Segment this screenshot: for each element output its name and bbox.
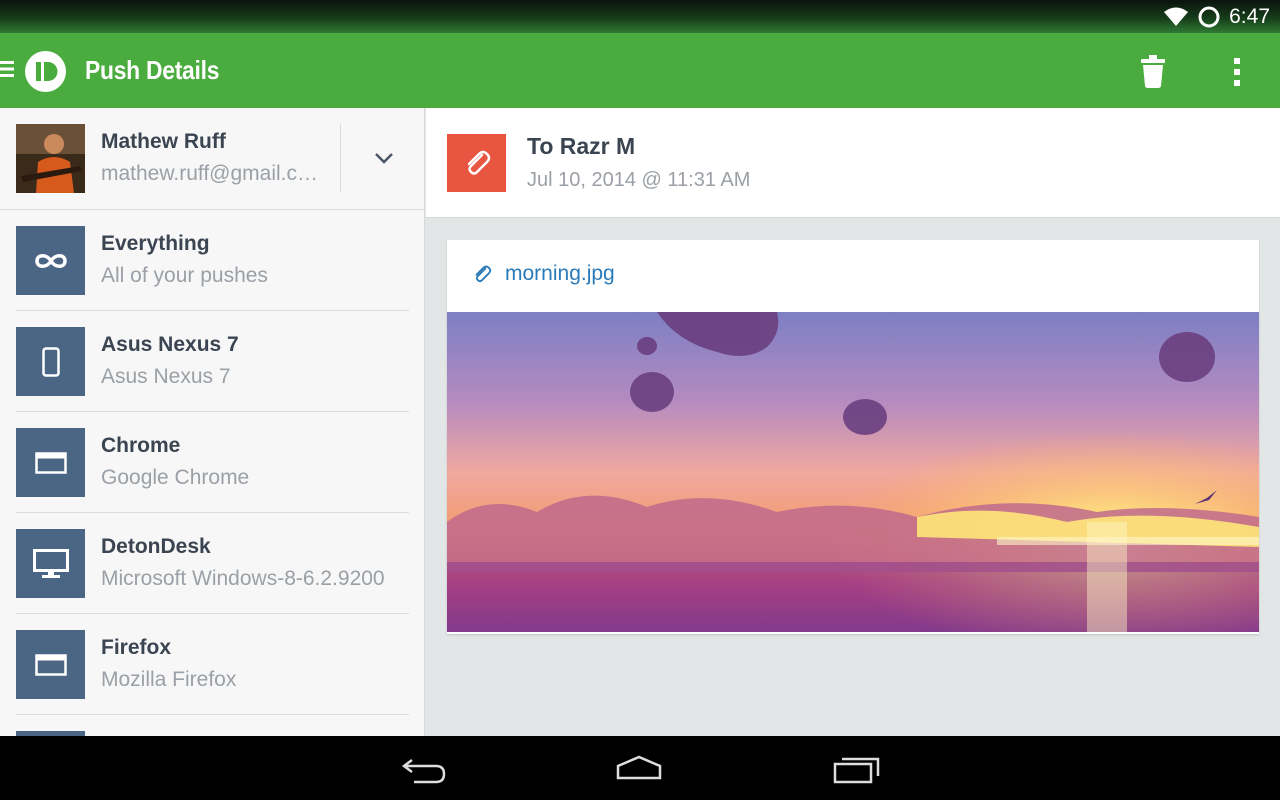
device-subtitle: Google Chrome — [101, 466, 250, 489]
device-icon-box — [16, 226, 85, 295]
trash-icon[interactable] — [1138, 53, 1168, 91]
push-header: To Razr M Jul 10, 2014 @ 11:31 AM — [426, 108, 1280, 218]
hamburger-icon[interactable] — [0, 59, 14, 79]
account-header[interactable]: Mathew Ruff mathew.ruff@gmail.com — [0, 108, 424, 210]
recents-icon[interactable] — [832, 752, 882, 786]
device-name: Everything — [101, 232, 210, 255]
phone-icon — [41, 346, 60, 377]
device-item-everything[interactable]: Everything All of your pushes — [16, 210, 409, 311]
device-item-chrome[interactable]: Chrome Google Chrome — [16, 412, 409, 513]
browser-window-icon — [34, 653, 67, 676]
home-icon[interactable] — [614, 752, 664, 786]
device-icon-box — [16, 327, 85, 396]
avatar — [16, 124, 85, 193]
device-icon-box — [16, 529, 85, 598]
device-icon-box — [16, 428, 85, 497]
pushbullet-logo-mark — [36, 62, 58, 81]
status-icons: 6:47 — [1163, 4, 1270, 30]
pushbullet-logo[interactable] — [25, 51, 66, 92]
infinity-icon — [34, 253, 67, 268]
overflow-menu-icon[interactable] — [1226, 53, 1248, 91]
status-bar: 6:47 — [0, 0, 1280, 33]
wifi-icon — [1164, 7, 1189, 26]
device-subtitle: Microsoft Windows-8-6.2.9200 — [101, 567, 385, 590]
device-name: DetonDesk — [101, 535, 211, 558]
device-subtitle: All of your pushes — [101, 264, 268, 287]
sunset-image — [447, 312, 1259, 632]
desktop-monitor-icon — [32, 548, 69, 578]
device-subtitle: Mozilla Firefox — [101, 668, 237, 691]
device-name: Asus Nexus 7 — [101, 333, 239, 356]
page-title: Push Details — [85, 55, 220, 85]
paperclip-icon — [475, 265, 492, 283]
device-name: Firefox — [101, 636, 172, 659]
status-time: 6:47 — [1229, 5, 1270, 28]
push-type-badge — [447, 134, 506, 192]
file-link[interactable]: morning.jpg — [471, 262, 615, 286]
account-name: Mathew Ruff — [101, 130, 226, 153]
file-name: morning.jpg — [505, 262, 615, 285]
back-icon[interactable] — [400, 752, 448, 786]
sync-ring-icon — [1198, 6, 1220, 28]
avatar-photo — [16, 124, 85, 193]
device-item-detondesk[interactable]: DetonDesk Microsoft Windows-8-6.2.9200 — [16, 513, 409, 614]
device-item-firefox[interactable]: Firefox Mozilla Firefox — [16, 614, 409, 715]
system-nav-bar — [0, 736, 1280, 800]
browser-window-icon — [34, 451, 67, 474]
divider — [340, 124, 341, 192]
device-item-partial[interactable] — [16, 715, 424, 736]
file-card: morning.jpg — [447, 240, 1259, 634]
account-email: mathew.ruff@gmail.com — [101, 162, 323, 185]
device-sidebar: Mathew Ruff mathew.ruff@gmail.com Everyt… — [0, 108, 425, 736]
device-subtitle: Asus Nexus 7 — [101, 365, 231, 388]
action-bar: Push Details — [0, 33, 1280, 108]
attached-image[interactable] — [447, 312, 1259, 632]
device-name: Chrome — [101, 434, 181, 457]
device-icon-box — [16, 630, 85, 699]
push-title: To Razr M — [527, 133, 636, 159]
device-item-asus-nexus-7[interactable]: Asus Nexus 7 Asus Nexus 7 — [16, 311, 409, 412]
paperclip-icon — [467, 150, 490, 175]
push-detail-panel: To Razr M Jul 10, 2014 @ 11:31 AM mornin… — [426, 108, 1280, 736]
chevron-down-icon[interactable] — [370, 146, 398, 170]
push-date: Jul 10, 2014 @ 11:31 AM — [527, 169, 751, 191]
